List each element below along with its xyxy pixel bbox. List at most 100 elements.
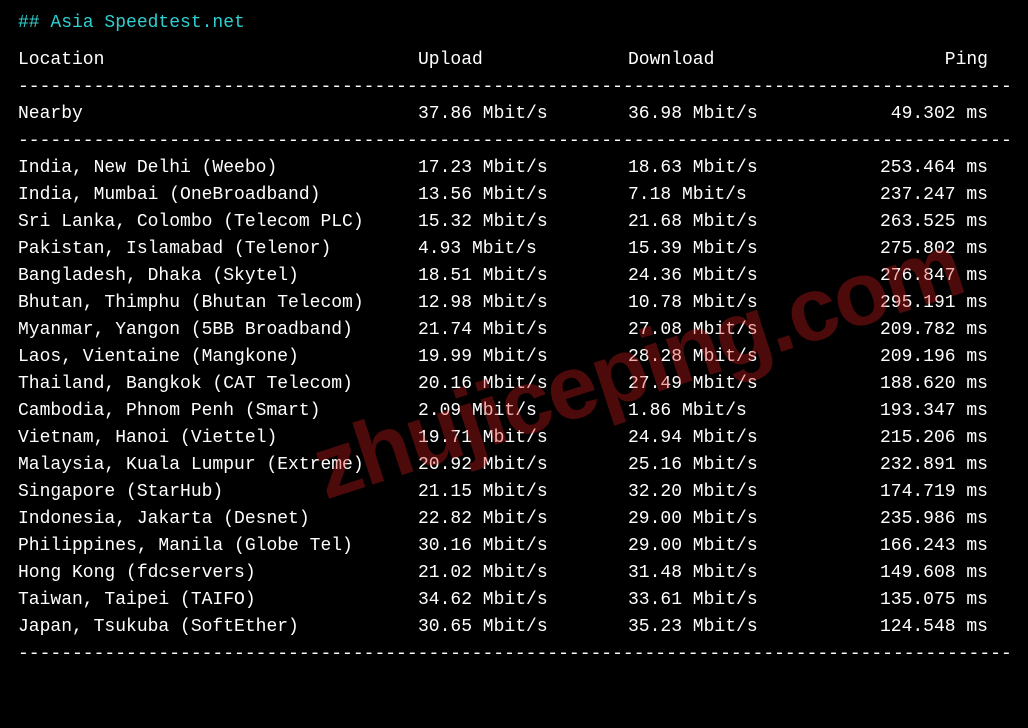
cell-download: 1.86 Mbit/s [628,398,828,425]
table-row: Thailand, Bangkok (CAT Telecom)20.16 Mbi… [18,371,1010,398]
col-location: Location [18,47,418,74]
cell-upload: 30.16 Mbit/s [418,533,628,560]
results-table: India, New Delhi (Weebo)17.23 Mbit/s18.6… [18,155,1010,641]
cell-ping: 253.464 ms [828,155,988,182]
cell-upload: 22.82 Mbit/s [418,506,628,533]
cell-location: Bangladesh, Dhaka (Skytel) [18,263,418,290]
col-upload: Upload [418,47,628,74]
cell-location: Thailand, Bangkok (CAT Telecom) [18,371,418,398]
table-row: Philippines, Manila (Globe Tel)30.16 Mbi… [18,533,1010,560]
cell-ping: 275.802 ms [828,236,988,263]
divider: ----------------------------------------… [18,641,1010,668]
cell-ping: 124.548 ms [828,614,988,641]
cell-location: Japan, Tsukuba (SoftEther) [18,614,418,641]
table-row: Malaysia, Kuala Lumpur (Extreme)20.92 Mb… [18,452,1010,479]
table-row: Laos, Vientaine (Mangkone)19.99 Mbit/s28… [18,344,1010,371]
cell-download: 31.48 Mbit/s [628,560,828,587]
cell-download: 33.61 Mbit/s [628,587,828,614]
cell-ping: 49.302 ms [828,101,988,128]
cell-location: Nearby [18,101,418,128]
table-row: Japan, Tsukuba (SoftEther)30.65 Mbit/s35… [18,614,1010,641]
table-row: Bhutan, Thimphu (Bhutan Telecom)12.98 Mb… [18,290,1010,317]
cell-download: 35.23 Mbit/s [628,614,828,641]
cell-upload: 18.51 Mbit/s [418,263,628,290]
cell-upload: 21.15 Mbit/s [418,479,628,506]
cell-download: 24.94 Mbit/s [628,425,828,452]
cell-download: 28.28 Mbit/s [628,344,828,371]
cell-download: 25.16 Mbit/s [628,452,828,479]
cell-download: 18.63 Mbit/s [628,155,828,182]
cell-upload: 34.62 Mbit/s [418,587,628,614]
cell-location: Sri Lanka, Colombo (Telecom PLC) [18,209,418,236]
cell-upload: 19.99 Mbit/s [418,344,628,371]
table-row: Sri Lanka, Colombo (Telecom PLC)15.32 Mb… [18,209,1010,236]
cell-location: Pakistan, Islamabad (Telenor) [18,236,418,263]
cell-download: 24.36 Mbit/s [628,263,828,290]
cell-download: 10.78 Mbit/s [628,290,828,317]
cell-upload: 30.65 Mbit/s [418,614,628,641]
cell-upload: 15.32 Mbit/s [418,209,628,236]
cell-location: India, Mumbai (OneBroadband) [18,182,418,209]
cell-location: Laos, Vientaine (Mangkone) [18,344,418,371]
col-download: Download [628,47,828,74]
cell-upload: 21.74 Mbit/s [418,317,628,344]
table-row: Cambodia, Phnom Penh (Smart)2.09 Mbit/s1… [18,398,1010,425]
cell-location: Myanmar, Yangon (5BB Broadband) [18,317,418,344]
table-row: Hong Kong (fdcservers)21.02 Mbit/s31.48 … [18,560,1010,587]
cell-ping: 193.347 ms [828,398,988,425]
cell-download: 21.68 Mbit/s [628,209,828,236]
divider: ----------------------------------------… [18,128,1010,155]
table-row: Taiwan, Taipei (TAIFO)34.62 Mbit/s33.61 … [18,587,1010,614]
cell-ping: 149.608 ms [828,560,988,587]
cell-ping: 135.075 ms [828,587,988,614]
table-row: Vietnam, Hanoi (Viettel)19.71 Mbit/s24.9… [18,425,1010,452]
cell-ping: 232.891 ms [828,452,988,479]
cell-location: Malaysia, Kuala Lumpur (Extreme) [18,452,418,479]
cell-location: Taiwan, Taipei (TAIFO) [18,587,418,614]
cell-location: Hong Kong (fdcservers) [18,560,418,587]
cell-download: 29.00 Mbit/s [628,506,828,533]
table-row: Bangladesh, Dhaka (Skytel)18.51 Mbit/s24… [18,263,1010,290]
cell-location: Bhutan, Thimphu (Bhutan Telecom) [18,290,418,317]
cell-location: Vietnam, Hanoi (Viettel) [18,425,418,452]
cell-ping: 237.247 ms [828,182,988,209]
cell-upload: 13.56 Mbit/s [418,182,628,209]
cell-upload: 21.02 Mbit/s [418,560,628,587]
cell-download: 36.98 Mbit/s [628,101,828,128]
cell-ping: 174.719 ms [828,479,988,506]
cell-download: 29.00 Mbit/s [628,533,828,560]
cell-upload: 19.71 Mbit/s [418,425,628,452]
cell-ping: 215.206 ms [828,425,988,452]
cell-ping: 235.986 ms [828,506,988,533]
table-row: Singapore (StarHub)21.15 Mbit/s32.20 Mbi… [18,479,1010,506]
cell-download: 27.08 Mbit/s [628,317,828,344]
cell-ping: 276.847 ms [828,263,988,290]
cell-ping: 188.620 ms [828,371,988,398]
table-row: Myanmar, Yangon (5BB Broadband)21.74 Mbi… [18,317,1010,344]
cell-upload: 20.16 Mbit/s [418,371,628,398]
cell-location: Cambodia, Phnom Penh (Smart) [18,398,418,425]
cell-upload: 17.23 Mbit/s [418,155,628,182]
cell-ping: 166.243 ms [828,533,988,560]
cell-download: 32.20 Mbit/s [628,479,828,506]
divider: ----------------------------------------… [18,74,1010,101]
table-row: India, Mumbai (OneBroadband)13.56 Mbit/s… [18,182,1010,209]
table-row: Pakistan, Islamabad (Telenor)4.93 Mbit/s… [18,236,1010,263]
header-row: Location Upload Download Ping [18,47,1010,74]
table-row: India, New Delhi (Weebo)17.23 Mbit/s18.6… [18,155,1010,182]
cell-upload: 12.98 Mbit/s [418,290,628,317]
cell-ping: 263.525 ms [828,209,988,236]
cell-location: Singapore (StarHub) [18,479,418,506]
cell-location: Indonesia, Jakarta (Desnet) [18,506,418,533]
cell-ping: 209.782 ms [828,317,988,344]
cell-ping: 295.191 ms [828,290,988,317]
cell-download: 27.49 Mbit/s [628,371,828,398]
cell-location: Philippines, Manila (Globe Tel) [18,533,418,560]
cell-download: 15.39 Mbit/s [628,236,828,263]
cell-location: India, New Delhi (Weebo) [18,155,418,182]
section-title: ## Asia Speedtest.net [18,10,1010,37]
cell-upload: 20.92 Mbit/s [418,452,628,479]
table-row: Indonesia, Jakarta (Desnet)22.82 Mbit/s2… [18,506,1010,533]
cell-download: 7.18 Mbit/s [628,182,828,209]
cell-upload: 37.86 Mbit/s [418,101,628,128]
